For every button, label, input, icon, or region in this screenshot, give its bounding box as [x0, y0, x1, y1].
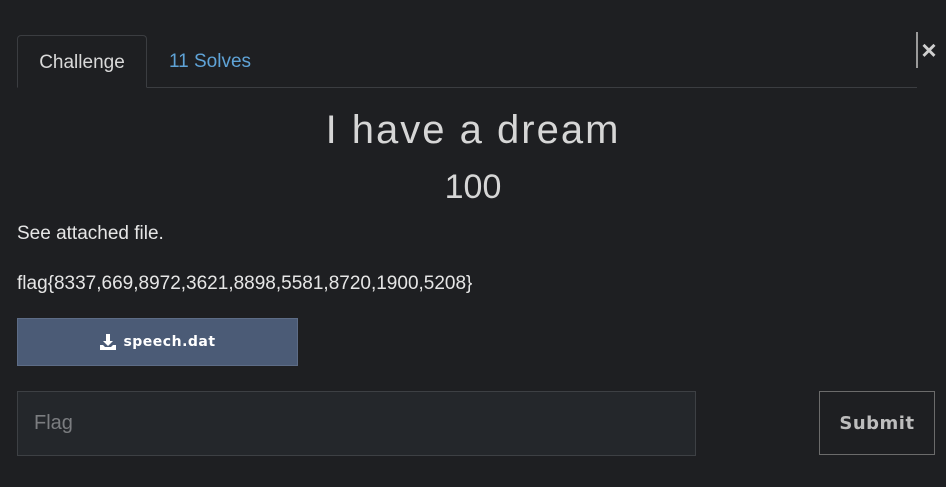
- submit-button[interactable]: Submit: [819, 391, 935, 455]
- file-download-button[interactable]: speech.dat: [17, 318, 298, 366]
- close-icon[interactable]: ×: [921, 35, 936, 65]
- tab-challenge[interactable]: Challenge: [17, 35, 147, 88]
- challenge-modal: × Challenge 11 Solves I have a dream 100…: [0, 0, 946, 487]
- flag-input[interactable]: [17, 391, 696, 456]
- download-icon: [100, 334, 117, 350]
- challenge-value: 100: [444, 168, 502, 206]
- tab-solves-label: 11 Solves: [169, 51, 252, 72]
- close-button[interactable]: ×: [916, 32, 938, 68]
- challenge-flag-text: flag{8337,669,8972,3621,8898,5581,8720,1…: [17, 273, 473, 294]
- tab-solves[interactable]: 11 Solves: [169, 35, 251, 88]
- file-download-label: speech.dat: [123, 334, 216, 350]
- tab-challenge-label: Challenge: [39, 52, 125, 73]
- challenge-description: See attached file.: [17, 223, 164, 244]
- tab-bar: Challenge 11 Solves: [17, 35, 917, 88]
- challenge-title: I have a dream: [325, 108, 621, 152]
